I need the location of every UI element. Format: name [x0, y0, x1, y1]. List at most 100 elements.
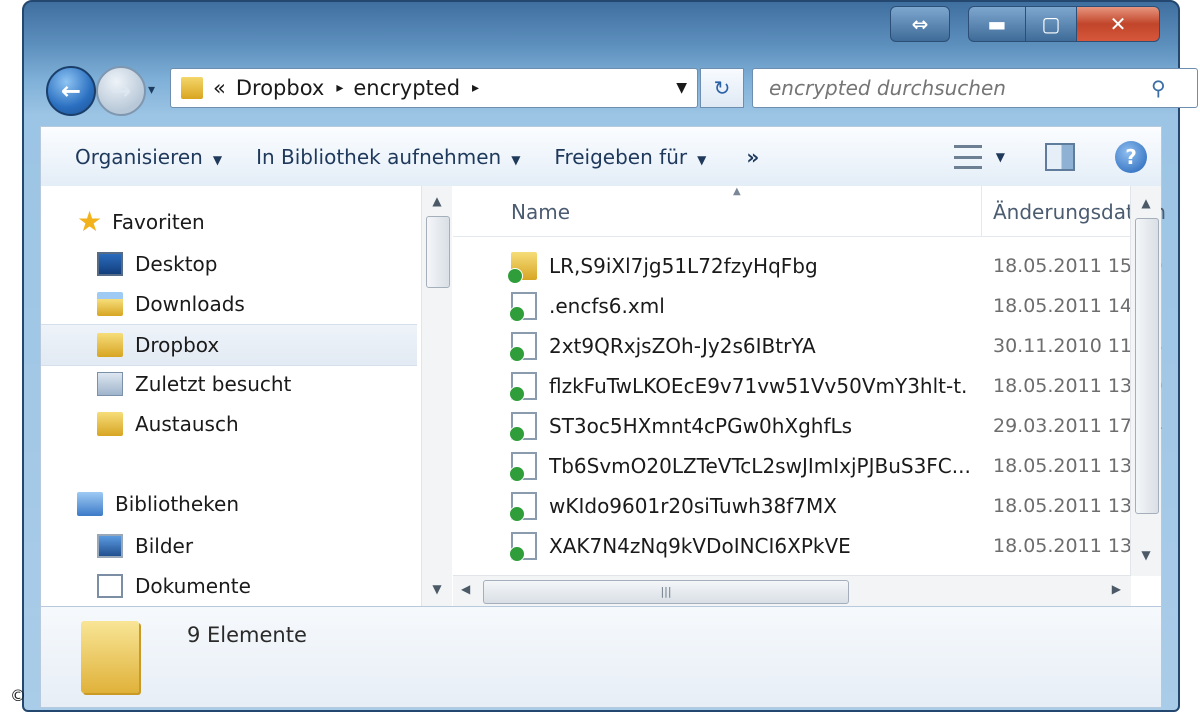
- chevron-down-icon: ▼: [697, 153, 707, 167]
- folder-icon: [507, 252, 537, 284]
- breadcrumb-encrypted[interactable]: encrypted: [353, 76, 460, 100]
- file-icon: [509, 372, 537, 402]
- sidebar-item-austausch[interactable]: Austausch: [41, 404, 417, 444]
- command-bar: Organisieren ▼ In Bibliothek aufnehmen ▼ F…: [40, 126, 1162, 188]
- scroll-up-icon[interactable]: ▲: [1131, 196, 1161, 210]
- file-icon: [509, 412, 537, 442]
- file-list-vertical-scrollbar[interactable]: ▲ ▼: [1130, 186, 1161, 576]
- dropbox-folder-icon: [97, 333, 123, 357]
- column-header-name[interactable]: Name: [511, 200, 570, 224]
- close-button[interactable]: ✕: [1077, 6, 1160, 42]
- sidebar-item-desktop[interactable]: Desktop: [41, 244, 417, 284]
- folder-icon: [181, 77, 203, 99]
- file-row[interactable]: wKIdo9601r20siTuwh38f7MX 18.05.2011 13:02: [453, 486, 1163, 526]
- favorites-label: Favoriten: [112, 210, 205, 234]
- breadcrumb-trailing-arrow-icon[interactable]: ▸: [472, 80, 479, 96]
- scroll-down-icon[interactable]: ▼: [1131, 548, 1161, 562]
- file-row[interactable]: ST3oc5HXmnt4cPGw0hXghfLs 29.03.2011 17:24: [453, 406, 1163, 446]
- sync-status-icon: [509, 306, 525, 322]
- file-name: flzkFuTwLKOEcE9v71vw51Vv50VmY3hlt-t...: [549, 374, 969, 398]
- address-bar[interactable]: « Dropbox ▸ encrypted ▸ ▼: [170, 68, 698, 108]
- file-row[interactable]: XAK7N4zNq9kVDoINCI6XPkVE 18.05.2011 13:37: [453, 526, 1163, 566]
- sort-indicator-icon: ▲: [733, 186, 741, 197]
- breadcrumb-overflow[interactable]: «: [213, 76, 226, 100]
- scroll-right-icon[interactable]: ▶: [1112, 582, 1121, 596]
- recent-pages-dropdown[interactable]: ▾: [148, 82, 155, 98]
- file-row[interactable]: .encfs6.xml 18.05.2011 14:21: [453, 286, 1163, 326]
- include-library-label: In Bibliothek aufnehmen: [256, 145, 502, 169]
- address-dropdown-icon[interactable]: ▼: [676, 80, 687, 96]
- sidebar-item-dokumente[interactable]: Dokumente: [41, 566, 417, 606]
- scrollbar-thumb[interactable]: [1135, 218, 1159, 514]
- sidebar-item-zuletzt-besucht[interactable]: Zuletzt besucht: [41, 364, 417, 404]
- file-row[interactable]: Tb6SvmO20LZTeVTcL2swJImIxjPJBuS3FC... 18.…: [453, 446, 1163, 486]
- forward-button[interactable]: →: [96, 66, 146, 116]
- scroll-down-icon[interactable]: ▼: [422, 582, 452, 596]
- file-name: ST3oc5HXmnt4cPGw0hXghfLs: [549, 414, 853, 438]
- scrollbar-thumb[interactable]: |||: [483, 580, 849, 604]
- main-content: ★ Favoriten Desktop Downloads Dropbox Zulet…: [40, 186, 1166, 606]
- sync-status-icon: [509, 346, 525, 362]
- file-row[interactable]: 2xt9QRxjsZOh-Jy2s6IBtrYA 30.11.2010 11:38: [453, 326, 1163, 366]
- sidebar-item-dropbox[interactable]: Dropbox: [41, 324, 417, 366]
- details-pane: 9 Elemente: [40, 606, 1162, 708]
- nav-libraries-header[interactable]: Bibliotheken: [41, 484, 417, 524]
- sidebar-item-downloads[interactable]: Downloads: [41, 284, 417, 324]
- file-name: LR,S9iXl7jg51L72fzyHqFbg: [549, 254, 818, 278]
- nav-favorites-header[interactable]: ★ Favoriten: [41, 202, 417, 242]
- breadcrumb-arrow-icon[interactable]: ▸: [336, 80, 343, 96]
- navigation-pane: ★ Favoriten Desktop Downloads Dropbox Zulet…: [41, 186, 419, 606]
- scroll-left-icon[interactable]: ◀: [461, 582, 470, 596]
- file-row[interactable]: LR,S9iXl7jg51L72fzyHqFbg 18.05.2011 15:09: [453, 246, 1163, 286]
- search-icon[interactable]: ⚲: [1151, 76, 1166, 100]
- file-icon: [509, 332, 537, 362]
- file-list-horizontal-scrollbar[interactable]: ◀ ||| ▶: [453, 575, 1131, 606]
- refresh-button[interactable]: ↻: [700, 68, 744, 108]
- sidebar-item-bilder[interactable]: Bilder: [41, 526, 417, 566]
- sidebar-item-label: Bilder: [135, 534, 194, 558]
- organize-menu[interactable]: Organisieren ▼: [75, 145, 222, 169]
- preview-pane-icon[interactable]: [1045, 143, 1075, 171]
- snap-button[interactable]: ⇔: [890, 6, 950, 42]
- organize-label: Organisieren: [75, 145, 203, 169]
- breadcrumb-dropbox[interactable]: Dropbox: [236, 76, 324, 100]
- sidebar-item-label: Dokumente: [135, 574, 251, 598]
- column-separator[interactable]: [981, 186, 982, 236]
- scroll-up-icon[interactable]: ▲: [422, 194, 452, 208]
- search-input[interactable]: [767, 75, 1151, 101]
- xml-file-icon: [509, 292, 537, 322]
- file-list-pane: ▲ Name Änderungsdatum LR,S9iXl7jg51L72fz…: [453, 186, 1166, 606]
- view-dropdown-icon[interactable]: ▼: [996, 150, 1005, 164]
- include-in-library-menu[interactable]: In Bibliothek aufnehmen ▼: [256, 145, 520, 169]
- sidebar-item-label: Downloads: [135, 292, 245, 316]
- scrollbar-thumb[interactable]: [426, 216, 450, 288]
- file-icon: [509, 452, 537, 482]
- chevron-down-icon: ▼: [212, 153, 223, 167]
- sync-status-icon: [509, 426, 525, 442]
- file-row[interactable]: flzkFuTwLKOEcE9v71vw51Vv50VmY3hlt-t... 18…: [453, 366, 1163, 406]
- view-controls: ▼ ?: [953, 141, 1161, 173]
- file-icon: [509, 532, 537, 562]
- sync-status-icon: [509, 386, 525, 402]
- pictures-library-icon: [97, 534, 123, 558]
- back-button[interactable]: ←: [46, 66, 96, 116]
- view-details-icon[interactable]: [953, 145, 982, 169]
- star-icon: ★: [77, 205, 103, 238]
- file-name: .encfs6.xml: [549, 294, 665, 318]
- sidebar-item-label: Zuletzt besucht: [135, 372, 292, 396]
- libraries-label: Bibliotheken: [115, 492, 239, 516]
- documents-library-icon: [97, 574, 123, 598]
- share-label: Freigeben für: [554, 145, 688, 169]
- search-box[interactable]: ⚲: [752, 68, 1198, 108]
- minimize-button[interactable]: ▬: [968, 6, 1026, 42]
- share-with-menu[interactable]: Freigeben für ▼: [554, 145, 706, 169]
- navigation-bar: ← → ▾ « Dropbox ▸ encrypted ▸ ▼ ↻ ⚲: [44, 64, 1198, 116]
- recent-places-icon: [97, 372, 123, 396]
- help-icon[interactable]: ?: [1115, 141, 1147, 173]
- navigation-pane-scrollbar[interactable]: ▲ ▼: [421, 186, 452, 606]
- sidebar-item-label: Desktop: [135, 252, 218, 276]
- maximize-button[interactable]: ▢: [1026, 6, 1077, 42]
- column-header-row: ▲ Name Änderungsdatum: [453, 186, 1166, 237]
- sync-status-icon: [509, 466, 525, 482]
- more-commands-button[interactable]: »: [746, 145, 759, 169]
